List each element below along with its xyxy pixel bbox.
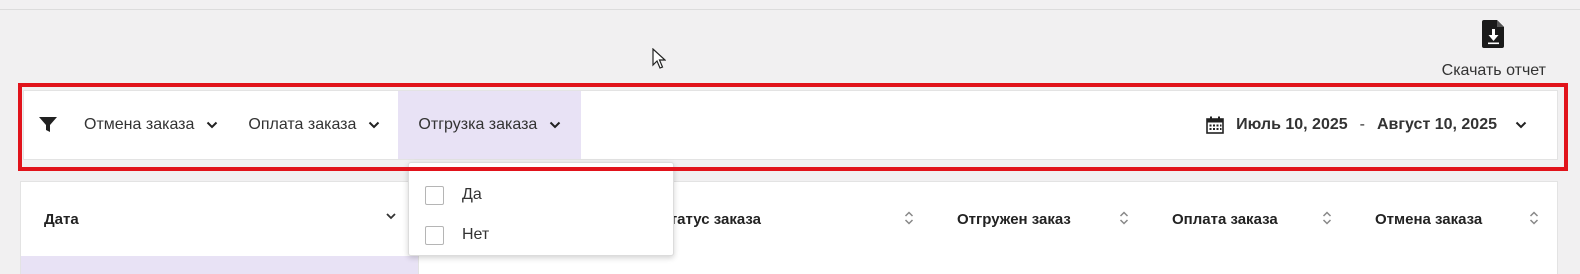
shipment-filter-dropdown: Да Нет bbox=[408, 162, 674, 256]
filter-bar: Отмена заказа Оплата заказа Отгрузка зак… bbox=[23, 90, 1558, 160]
filter-label: Отмена заказа bbox=[84, 116, 195, 133]
filter-cancel-order[interactable]: Отмена заказа bbox=[72, 91, 236, 159]
table-header: Дата Статус заказа Отгружен заказ Оплата… bbox=[21, 182, 1557, 256]
column-label: Дата bbox=[44, 210, 79, 228]
download-file-icon bbox=[1481, 20, 1504, 48]
option-label: Нет bbox=[462, 226, 490, 243]
filter-icon-container[interactable] bbox=[24, 91, 72, 159]
date-range-picker[interactable]: Июль 10, 2025 - Август 10, 2025 bbox=[1206, 91, 1557, 159]
top-divider bbox=[0, 9, 1580, 10]
column-header-date[interactable]: Дата bbox=[44, 182, 396, 256]
chevron-down-icon bbox=[386, 213, 396, 220]
filter-label: Отгрузка заказа bbox=[418, 116, 538, 133]
column-header-order-shipped[interactable]: Отгружен заказ bbox=[957, 182, 1137, 256]
calendar-icon bbox=[1206, 116, 1224, 134]
column-header-order-status[interactable]: Статус заказа bbox=[659, 182, 919, 256]
chevron-down-icon bbox=[207, 121, 218, 129]
sort-icon bbox=[1119, 211, 1129, 225]
column-header-order-payment[interactable]: Оплата заказа bbox=[1172, 182, 1347, 256]
download-report-button[interactable]: Скачать отчет bbox=[1442, 20, 1546, 80]
column-label: Отгружен заказ bbox=[957, 210, 1071, 228]
mouse-cursor-icon bbox=[652, 48, 666, 69]
sort-icon bbox=[1322, 211, 1332, 225]
sort-icon bbox=[904, 211, 914, 225]
filter-order-payment[interactable]: Оплата заказа bbox=[236, 91, 398, 159]
dropdown-option-yes[interactable]: Да bbox=[409, 175, 673, 215]
option-label: Да bbox=[462, 186, 482, 203]
filter-funnel-icon bbox=[39, 117, 57, 132]
column-label: Статус заказа bbox=[659, 210, 761, 228]
chevron-down-icon bbox=[1515, 121, 1527, 129]
sort-icon bbox=[1529, 211, 1539, 225]
checkbox[interactable] bbox=[425, 225, 444, 245]
column-header-order-cancel[interactable]: Отмена заказа bbox=[1375, 182, 1550, 256]
date-separator: - bbox=[1359, 116, 1365, 133]
filter-label: Оплата заказа bbox=[248, 116, 357, 133]
column-label: Оплата заказа bbox=[1172, 210, 1278, 228]
filter-order-shipment[interactable]: Отгрузка заказа bbox=[398, 91, 582, 159]
column-label: Отмена заказа bbox=[1375, 210, 1483, 228]
download-report-label: Скачать отчет bbox=[1441, 62, 1546, 79]
orders-table: Дата Статус заказа Отгружен заказ Оплата… bbox=[20, 181, 1558, 274]
checkbox[interactable] bbox=[425, 185, 444, 205]
chevron-down-icon bbox=[550, 121, 561, 129]
dropdown-option-no[interactable]: Нет bbox=[409, 215, 673, 255]
chevron-down-icon bbox=[369, 121, 380, 129]
table-row-highlight bbox=[21, 256, 418, 274]
date-end: Август 10, 2025 bbox=[1376, 116, 1497, 133]
date-start: Июль 10, 2025 bbox=[1236, 116, 1348, 133]
